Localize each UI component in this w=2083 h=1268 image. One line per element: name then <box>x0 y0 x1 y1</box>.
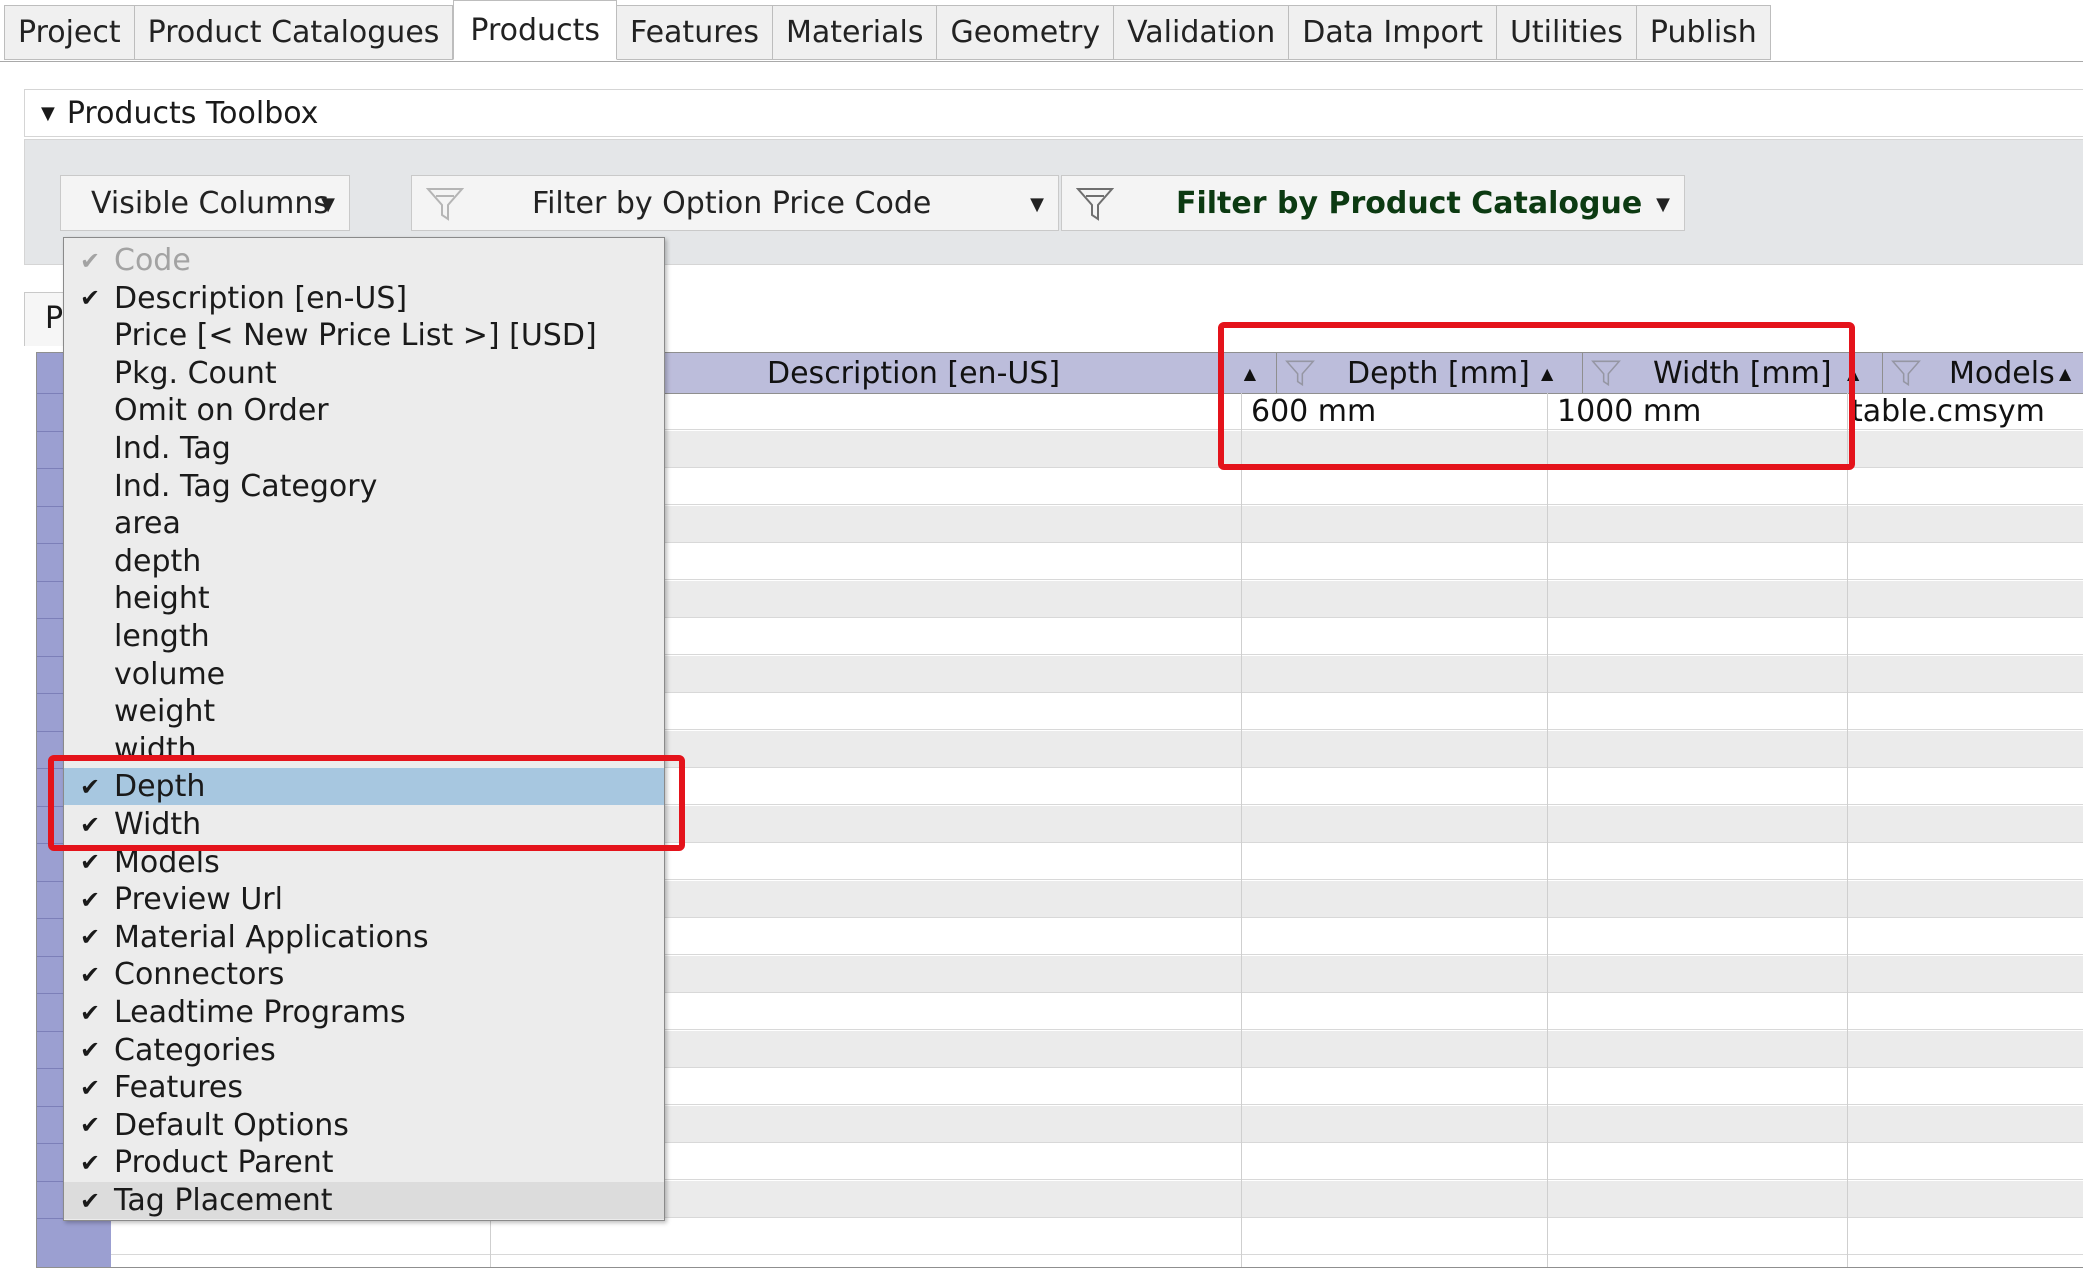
filter-price-label: Filter by Option Price Code <box>532 185 932 221</box>
checkmark-icon: ✔ <box>80 246 101 275</box>
menu-item-omit-on-order[interactable]: Omit on Order <box>64 392 664 429</box>
menu-item-leadtime-programs[interactable]: ✔ Leadtime Programs <box>64 994 664 1031</box>
tab-product-catalogues[interactable]: Product Catalogues <box>134 5 454 60</box>
description-header-label: Description [en-US] <box>767 355 1061 391</box>
menu-item-label: Tag Placement <box>114 1183 333 1218</box>
menu-item-label: Omit on Order <box>114 393 329 429</box>
tab-project[interactable]: Project <box>4 5 135 60</box>
menu-item-pkg-count[interactable]: Pkg. Count <box>64 355 664 392</box>
models-cell[interactable]: table.cmsym <box>1841 393 2083 430</box>
tab-publish[interactable]: Publish <box>1636 5 1771 60</box>
highlight-box-menu-items <box>48 755 685 851</box>
menu-item-connectors[interactable]: ✔ Connectors <box>64 956 664 993</box>
menu-item-label: height <box>114 581 210 617</box>
menu-item-area[interactable]: area <box>64 505 664 542</box>
menu-item-height[interactable]: height <box>64 580 664 617</box>
menu-item-ind-tag-category[interactable]: Ind. Tag Category <box>64 468 664 505</box>
sort-up-icon: ▲ <box>2059 363 2072 383</box>
column-divider <box>1547 393 1548 1267</box>
menu-item-label: depth <box>114 543 202 579</box>
filter-product-catalogue-button[interactable]: Filter by Product Catalogue ▼ <box>1061 175 1685 231</box>
menu-item-label: area <box>114 506 181 542</box>
menu-item-depth[interactable]: depth <box>64 543 664 580</box>
funnel-icon <box>1891 360 1921 387</box>
checkmark-icon: ✔ <box>80 1036 101 1065</box>
column-divider <box>1847 393 1848 1267</box>
menu-item-preview-url[interactable]: ✔ Preview Url <box>64 881 664 918</box>
menu-item-label: Product Parent <box>114 1145 334 1181</box>
checkmark-icon: ✔ <box>80 960 101 989</box>
tab-features[interactable]: Features <box>616 5 773 60</box>
models-header-label: Models <box>1949 355 2055 391</box>
visible-columns-label: Visible Columns <box>91 185 330 221</box>
menu-item-label: Preview Url <box>114 882 283 918</box>
menu-item-label: Categories <box>114 1032 276 1068</box>
tab-geometry[interactable]: Geometry <box>937 5 1115 60</box>
menu-item-label: Price [< New Price List >] [USD] <box>114 318 597 354</box>
tab-data-import[interactable]: Data Import <box>1289 5 1497 60</box>
menu-item-label: Material Applications <box>114 919 429 955</box>
menu-item-ind-tag[interactable]: Ind. Tag <box>64 430 664 467</box>
menu-item-label: Ind. Tag <box>114 431 231 466</box>
menu-item-weight[interactable]: weight <box>64 693 664 730</box>
dropdown-arrow-icon: ▼ <box>321 194 335 215</box>
menu-item-code: ✔ Code <box>64 242 664 279</box>
visible-columns-button[interactable]: Visible Columns ▼ <box>60 175 350 231</box>
menu-item-label: weight <box>114 694 216 730</box>
checkmark-icon: ✔ <box>80 1186 101 1215</box>
menu-item-price-new-price-list-usd[interactable]: Price [< New Price List >] [USD] <box>64 317 664 354</box>
products-toolbox-header[interactable]: ▼ Products Toolbox <box>24 89 2083 137</box>
checkmark-icon: ✔ <box>80 1073 101 1102</box>
menu-item-label: Leadtime Programs <box>114 995 406 1030</box>
dropdown-arrow-icon: ▼ <box>1656 194 1670 215</box>
funnel-icon <box>1076 188 1114 221</box>
main-tab-bar: Project Product Catalogues Products Feat… <box>0 0 2083 62</box>
funnel-icon <box>426 188 464 221</box>
menu-item-label: Connectors <box>114 957 285 993</box>
tab-materials[interactable]: Materials <box>772 5 938 60</box>
menu-item-label: Pkg. Count <box>114 355 277 391</box>
menu-item-description-en-us[interactable]: ✔ Description [en-US] <box>64 280 664 317</box>
menu-item-label: length <box>114 619 210 654</box>
tab-products[interactable]: Products <box>453 0 617 60</box>
menu-item-label: Description [en-US] <box>114 280 408 316</box>
filter-catalogue-label: Filter by Product Catalogue <box>1176 185 1643 221</box>
menu-item-product-parent[interactable]: ✔ Product Parent <box>64 1144 664 1181</box>
menu-item-label: Code <box>114 243 191 278</box>
checkmark-icon: ✔ <box>80 284 101 313</box>
column-divider <box>1241 393 1242 1267</box>
menu-item-length[interactable]: length <box>64 618 664 655</box>
menu-item-categories[interactable]: ✔ Categories <box>64 1032 664 1069</box>
menu-item-label: volume <box>114 656 226 692</box>
checkmark-icon: ✔ <box>80 923 101 952</box>
table-row[interactable] <box>111 1218 2083 1255</box>
menu-item-tag-placement[interactable]: ✔ Tag Placement <box>64 1182 664 1219</box>
menu-item-label: Default Options <box>114 1107 349 1143</box>
menu-item-features[interactable]: ✔ Features <box>64 1069 664 1106</box>
dropdown-arrow-icon: ▼ <box>1030 194 1044 215</box>
menu-item-volume[interactable]: volume <box>64 656 664 693</box>
checkmark-icon: ✔ <box>80 885 101 914</box>
visible-columns-menu: ✔ Code ✔ Description [en-US] Price [< New Pr… <box>63 237 665 1221</box>
menu-item-label: Ind. Tag Category <box>114 468 378 504</box>
collapse-triangle-icon[interactable]: ▼ <box>41 103 55 124</box>
checkmark-icon: ✔ <box>80 1111 101 1140</box>
checkmark-icon: ✔ <box>80 998 101 1027</box>
menu-item-default-options[interactable]: ✔ Default Options <box>64 1107 664 1144</box>
tab-utilities[interactable]: Utilities <box>1496 5 1637 60</box>
tab-validation[interactable]: Validation <box>1114 5 1290 60</box>
checkmark-icon: ✔ <box>80 848 101 877</box>
filter-option-price-code-button[interactable]: Filter by Option Price Code ▼ <box>411 175 1059 231</box>
menu-item-material-applications[interactable]: ✔ Material Applications <box>64 919 664 956</box>
menu-item-label: Features <box>114 1070 243 1106</box>
highlight-box-grid-columns <box>1218 322 1855 470</box>
tab-list: Project Product Catalogues Products Feat… <box>4 0 1771 61</box>
toolbox-title: Products Toolbox <box>66 95 319 131</box>
checkmark-icon: ✔ <box>80 1148 101 1177</box>
column-header-models[interactable]: Models ▲ <box>1883 353 2083 393</box>
